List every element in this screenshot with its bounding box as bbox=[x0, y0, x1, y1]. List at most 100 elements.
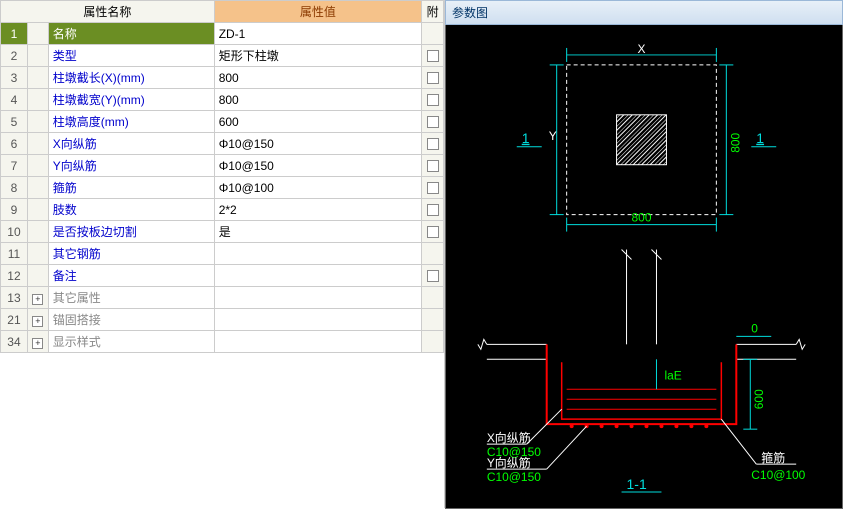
checkbox-icon[interactable] bbox=[427, 270, 439, 282]
prop-value[interactable]: 800 bbox=[214, 67, 421, 89]
prop-value[interactable]: 矩形下柱墩 bbox=[214, 45, 421, 67]
expand-cell bbox=[27, 177, 48, 199]
table-row[interactable]: 11 其它钢筋 bbox=[1, 243, 444, 265]
prop-value[interactable]: 600 bbox=[214, 111, 421, 133]
svg-text:1: 1 bbox=[522, 130, 530, 146]
plus-icon[interactable]: + bbox=[32, 338, 43, 349]
attach-cell[interactable] bbox=[422, 133, 444, 155]
svg-text:Y向纵筋: Y向纵筋 bbox=[487, 455, 531, 470]
table-row[interactable]: 6X向纵筋Φ10@150 bbox=[1, 133, 444, 155]
diagram-drawing: X 800 Y 800 1 1 0 bbox=[445, 25, 843, 509]
attach-cell[interactable] bbox=[422, 199, 444, 221]
prop-name[interactable]: 柱墩高度(mm) bbox=[48, 111, 214, 133]
prop-name[interactable]: 名称 bbox=[48, 23, 214, 45]
table-row[interactable]: 5 柱墩高度(mm)600 bbox=[1, 111, 444, 133]
prop-value[interactable]: ZD-1 bbox=[214, 23, 421, 45]
prop-name[interactable]: 备注 bbox=[48, 265, 214, 287]
expand-cell bbox=[27, 23, 48, 45]
attach-cell[interactable] bbox=[422, 177, 444, 199]
attach-cell[interactable] bbox=[422, 23, 444, 45]
prop-name[interactable]: 类型 bbox=[48, 45, 214, 67]
prop-value bbox=[214, 309, 421, 331]
table-group-row[interactable]: 13 + 其它属性 bbox=[1, 287, 444, 309]
prop-value[interactable] bbox=[214, 265, 421, 287]
attach-cell[interactable] bbox=[422, 243, 444, 265]
plus-icon[interactable]: + bbox=[32, 316, 43, 327]
svg-text:箍筋: 箍筋 bbox=[761, 450, 785, 465]
prop-name[interactable]: 肢数 bbox=[48, 199, 214, 221]
expand-cell bbox=[27, 155, 48, 177]
attach-cell[interactable] bbox=[422, 221, 444, 243]
checkbox-icon[interactable] bbox=[427, 226, 439, 238]
checkbox-icon[interactable] bbox=[427, 94, 439, 106]
table-row[interactable]: 12 备注 bbox=[1, 265, 444, 287]
checkbox-icon[interactable] bbox=[427, 204, 439, 216]
prop-value bbox=[214, 287, 421, 309]
table-row[interactable]: 1名称ZD-1 bbox=[1, 23, 444, 45]
table-row[interactable]: 4 柱墩截宽(Y)(mm)800 bbox=[1, 89, 444, 111]
row-number: 10 bbox=[1, 221, 28, 243]
expand-toggle[interactable]: + bbox=[27, 287, 48, 309]
row-number: 4 bbox=[1, 89, 28, 111]
row-number: 11 bbox=[1, 243, 28, 265]
table-row[interactable]: 9 肢数2*2 bbox=[1, 199, 444, 221]
table-row[interactable]: 3柱墩截长(X)(mm)800 bbox=[1, 67, 444, 89]
prop-name[interactable]: 柱墩截长(X)(mm) bbox=[48, 67, 214, 89]
attach-cell[interactable] bbox=[422, 265, 444, 287]
checkbox-icon[interactable] bbox=[427, 72, 439, 84]
row-number: 9 bbox=[1, 199, 28, 221]
prop-value[interactable]: Φ10@150 bbox=[214, 155, 421, 177]
checkbox-icon[interactable] bbox=[427, 50, 439, 62]
prop-name[interactable]: 其它钢筋 bbox=[48, 243, 214, 265]
attach-cell[interactable] bbox=[422, 155, 444, 177]
prop-value[interactable]: 2*2 bbox=[214, 199, 421, 221]
svg-text:0: 0 bbox=[751, 321, 758, 335]
prop-name[interactable]: 柱墩截宽(Y)(mm) bbox=[48, 89, 214, 111]
row-number: 12 bbox=[1, 265, 28, 287]
checkbox-icon[interactable] bbox=[427, 116, 439, 128]
table-row[interactable]: 10 是否按板边切割是 bbox=[1, 221, 444, 243]
header-row: 属性名称 属性值 附 bbox=[1, 1, 444, 23]
prop-value[interactable] bbox=[214, 243, 421, 265]
svg-text:800: 800 bbox=[632, 211, 652, 225]
diagram-panel: 参数图 X 800 Y 800 1 bbox=[445, 0, 843, 508]
prop-name[interactable]: 其它属性 bbox=[48, 287, 214, 309]
table-group-row[interactable]: 21 + 锚固搭接 bbox=[1, 309, 444, 331]
attach-cell[interactable] bbox=[422, 45, 444, 67]
expand-cell bbox=[27, 243, 48, 265]
expand-cell bbox=[27, 221, 48, 243]
row-number: 8 bbox=[1, 177, 28, 199]
attach-cell[interactable] bbox=[422, 67, 444, 89]
row-number: 13 bbox=[1, 287, 28, 309]
prop-name[interactable]: X向纵筋 bbox=[48, 133, 214, 155]
plus-icon[interactable]: + bbox=[32, 294, 43, 305]
prop-name[interactable]: 显示样式 bbox=[48, 331, 214, 353]
expand-toggle[interactable]: + bbox=[27, 309, 48, 331]
row-number: 21 bbox=[1, 309, 28, 331]
prop-name[interactable]: 箍筋 bbox=[48, 177, 214, 199]
prop-value[interactable]: 是 bbox=[214, 221, 421, 243]
checkbox-icon[interactable] bbox=[427, 138, 439, 150]
expand-toggle[interactable]: + bbox=[27, 331, 48, 353]
prop-name[interactable]: 锚固搭接 bbox=[48, 309, 214, 331]
table-row[interactable]: 8 箍筋Φ10@100 bbox=[1, 177, 444, 199]
prop-name[interactable]: 是否按板边切割 bbox=[48, 221, 214, 243]
attach-cell bbox=[422, 287, 444, 309]
row-number: 5 bbox=[1, 111, 28, 133]
property-panel: 属性名称 属性值 附 1名称ZD-12类型矩形下柱墩3柱墩截长(X)(mm)80… bbox=[0, 0, 445, 508]
table-row[interactable]: 2类型矩形下柱墩 bbox=[1, 45, 444, 67]
prop-value[interactable]: 800 bbox=[214, 89, 421, 111]
prop-name[interactable]: Y向纵筋 bbox=[48, 155, 214, 177]
prop-value[interactable]: Φ10@150 bbox=[214, 133, 421, 155]
prop-value[interactable]: Φ10@100 bbox=[214, 177, 421, 199]
table-row[interactable]: 7Y向纵筋Φ10@150 bbox=[1, 155, 444, 177]
checkbox-icon[interactable] bbox=[427, 182, 439, 194]
checkbox-icon[interactable] bbox=[427, 160, 439, 172]
prop-value bbox=[214, 331, 421, 353]
svg-text:600: 600 bbox=[752, 389, 766, 409]
expand-cell bbox=[27, 133, 48, 155]
table-group-row[interactable]: 34+显示样式 bbox=[1, 331, 444, 353]
property-table: 属性名称 属性值 附 1名称ZD-12类型矩形下柱墩3柱墩截长(X)(mm)80… bbox=[0, 0, 444, 353]
attach-cell[interactable] bbox=[422, 111, 444, 133]
attach-cell[interactable] bbox=[422, 89, 444, 111]
